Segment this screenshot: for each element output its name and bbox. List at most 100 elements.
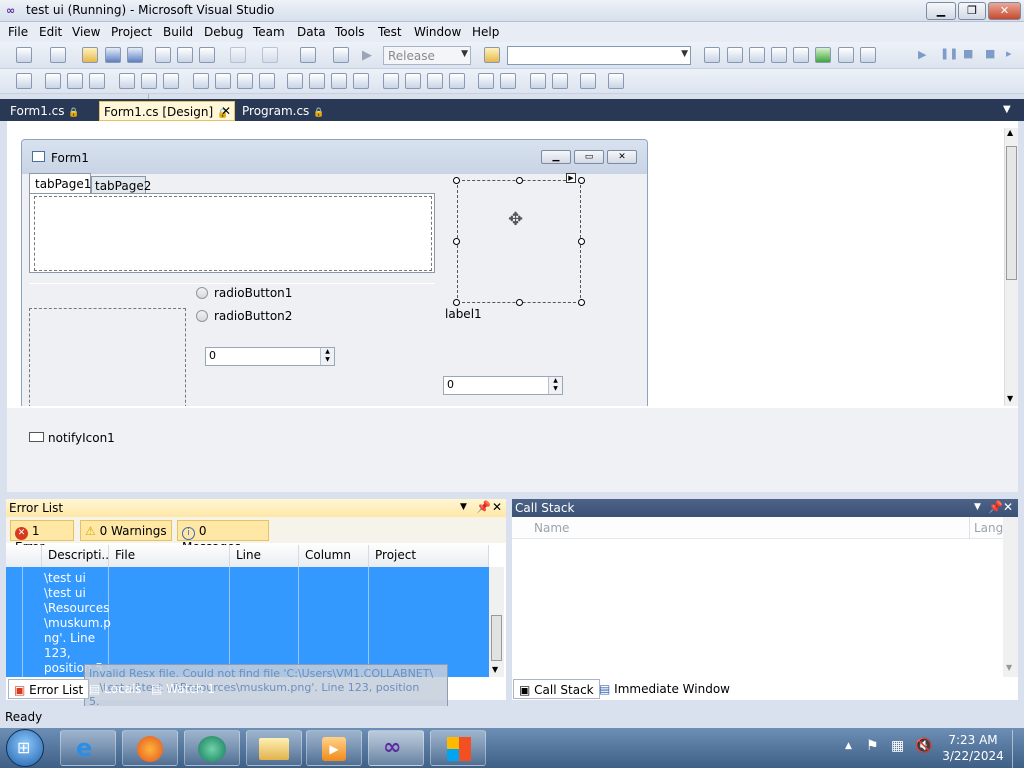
menu-edit[interactable]: Edit bbox=[39, 25, 62, 39]
align-bottoms-icon[interactable] bbox=[163, 73, 179, 89]
action-center-flag-icon[interactable]: ⚑ bbox=[866, 738, 879, 754]
pin-icon[interactable]: 📌 bbox=[476, 500, 491, 514]
messages-filter-button[interactable]: i 0 Messages bbox=[177, 520, 269, 554]
properties-icon[interactable] bbox=[727, 47, 743, 63]
object-browser-icon[interactable] bbox=[749, 47, 765, 63]
menu-help[interactable]: Help bbox=[472, 25, 499, 39]
numeric-up-down-2[interactable]: 0 ▲ ▼ bbox=[443, 376, 563, 395]
panel-menu-icon[interactable]: ▼ bbox=[974, 502, 981, 512]
smart-tag-icon[interactable]: ▶ bbox=[566, 173, 576, 183]
start-debugging-icon[interactable]: ▶ bbox=[362, 48, 372, 63]
column-language[interactable]: Lang bbox=[974, 521, 1003, 535]
command-window-icon[interactable] bbox=[860, 47, 876, 63]
system-clock[interactable]: 7:23 AM 3/22/2024 bbox=[938, 732, 1008, 764]
tools-icon[interactable] bbox=[793, 47, 809, 63]
tab-list-dropdown-icon[interactable]: ▼ bbox=[1003, 104, 1011, 115]
class-view-icon[interactable] bbox=[838, 47, 854, 63]
configuration-dropdown[interactable]: Release ▼ bbox=[383, 46, 471, 65]
align-to-grid-icon[interactable] bbox=[16, 73, 32, 89]
increase-horizontal-spacing-icon[interactable] bbox=[309, 73, 325, 89]
tab-control-body[interactable] bbox=[29, 193, 435, 273]
copy-icon[interactable] bbox=[177, 47, 193, 63]
column-header-icon[interactable] bbox=[6, 545, 42, 567]
show-desktop-button[interactable] bbox=[1012, 730, 1024, 768]
save-icon[interactable] bbox=[105, 47, 121, 63]
start-button[interactable]: ⊞ bbox=[6, 729, 44, 767]
tab-tabpage1[interactable]: tabPage1 bbox=[29, 173, 91, 194]
form1-window[interactable]: Form1 ▁ ▭ ✕ tabPage1 tabPage2 radioButto… bbox=[21, 139, 648, 406]
menu-tools[interactable]: Tools bbox=[335, 25, 365, 39]
column-name[interactable]: Name bbox=[534, 521, 569, 535]
menu-team[interactable]: Team bbox=[253, 25, 285, 39]
open-file-icon[interactable] bbox=[82, 47, 98, 63]
find-in-files-icon[interactable] bbox=[484, 47, 500, 63]
stop-debugging-icon[interactable]: ■ bbox=[963, 47, 973, 60]
navigate-forward-icon[interactable] bbox=[333, 47, 349, 63]
close-tab-icon[interactable]: ✕ bbox=[221, 104, 231, 118]
solution-explorer-icon[interactable] bbox=[704, 47, 720, 63]
vertical-spacing-equal-icon[interactable] bbox=[383, 73, 399, 89]
pin-icon[interactable]: 📌 bbox=[988, 500, 1003, 514]
scroll-down-icon[interactable]: ▼ bbox=[1007, 394, 1013, 403]
menu-window[interactable]: Window bbox=[414, 25, 461, 39]
menu-data[interactable]: Data bbox=[297, 25, 326, 39]
align-lefts-icon[interactable] bbox=[45, 73, 61, 89]
align-rights-icon[interactable] bbox=[89, 73, 105, 89]
send-to-back-icon[interactable] bbox=[552, 73, 568, 89]
scroll-thumb[interactable] bbox=[491, 615, 502, 661]
remove-horizontal-spacing-icon[interactable] bbox=[353, 73, 369, 89]
horizontal-spacing-equal-icon[interactable] bbox=[287, 73, 303, 89]
redo-icon[interactable] bbox=[262, 47, 278, 63]
navigate-back-icon[interactable] bbox=[300, 47, 316, 63]
tab-form1-design[interactable]: Form1.cs [Design] 🔒 ✕ bbox=[99, 101, 235, 121]
radio-button-2[interactable]: radioButton2 bbox=[214, 309, 292, 323]
error-list-scrollbar[interactable]: ▼ bbox=[489, 567, 504, 677]
tab-immediate-window[interactable]: ▤ Immediate Window bbox=[594, 679, 735, 699]
menu-build[interactable]: Build bbox=[163, 25, 193, 39]
column-file[interactable]: File bbox=[109, 545, 230, 567]
align-middles-icon[interactable] bbox=[141, 73, 157, 89]
tab-watch-1[interactable]: ▤ Watch 1 bbox=[146, 679, 220, 699]
tab-form1-cs[interactable]: Form1.cs 🔒 bbox=[6, 101, 84, 121]
close-button[interactable]: ✕ bbox=[988, 2, 1021, 20]
tab-error-list[interactable]: ▣ Error List bbox=[8, 679, 90, 699]
cut-icon[interactable] bbox=[155, 47, 171, 63]
call-stack-scrollbar[interactable]: ▼ bbox=[1003, 517, 1018, 677]
menu-file[interactable]: File bbox=[8, 25, 28, 39]
move-handle-icon[interactable]: ✥ bbox=[508, 209, 523, 230]
make-same-height-icon[interactable] bbox=[237, 73, 253, 89]
tab-program-cs[interactable]: Program.cs 🔒 bbox=[238, 101, 328, 121]
menu-debug[interactable]: Debug bbox=[204, 25, 243, 39]
start-page-icon[interactable] bbox=[815, 47, 831, 63]
close-panel-icon[interactable]: ✕ bbox=[492, 500, 502, 514]
toolbox-icon[interactable] bbox=[771, 47, 787, 63]
spin-arrows-icon[interactable]: ▲ ▼ bbox=[320, 348, 334, 365]
taskbar-firefox[interactable] bbox=[122, 730, 178, 766]
label1-selection[interactable]: ✥ bbox=[457, 180, 581, 303]
size-to-grid-icon[interactable] bbox=[215, 73, 231, 89]
network-icon[interactable]: ▦ bbox=[891, 738, 904, 754]
scroll-thumb[interactable] bbox=[1006, 146, 1017, 280]
decrease-horizontal-spacing-icon[interactable] bbox=[331, 73, 347, 89]
tab-tabpage2[interactable]: tabPage2 bbox=[91, 176, 151, 194]
add-item-icon[interactable] bbox=[50, 47, 66, 63]
tab-call-stack[interactable]: ▣ Call Stack bbox=[513, 679, 600, 699]
bring-to-front-icon[interactable] bbox=[530, 73, 546, 89]
taskbar-media[interactable] bbox=[184, 730, 240, 766]
warnings-filter-button[interactable]: ⚠ 0 Warnings bbox=[80, 520, 172, 541]
undo-icon[interactable] bbox=[230, 47, 246, 63]
new-project-icon[interactable] bbox=[16, 47, 32, 63]
radio-icon[interactable] bbox=[196, 287, 208, 299]
taskbar-office[interactable] bbox=[430, 730, 486, 766]
lock-controls-icon[interactable] bbox=[608, 73, 624, 89]
center-horizontally-icon[interactable] bbox=[478, 73, 494, 89]
taskbar-media-player[interactable]: ▶ bbox=[306, 730, 362, 766]
designer-scrollbar[interactable]: ▲ ▼ bbox=[1004, 128, 1018, 406]
spin-arrows-icon[interactable]: ▲ ▼ bbox=[548, 377, 562, 394]
tab-locals[interactable]: ▤ Locals bbox=[84, 679, 147, 699]
label1[interactable]: label1 bbox=[445, 307, 482, 321]
close-panel-icon[interactable]: ✕ bbox=[1003, 500, 1013, 514]
menu-test[interactable]: Test bbox=[378, 25, 402, 39]
menu-view[interactable]: View bbox=[72, 25, 100, 39]
column-column[interactable]: Column bbox=[299, 545, 369, 567]
